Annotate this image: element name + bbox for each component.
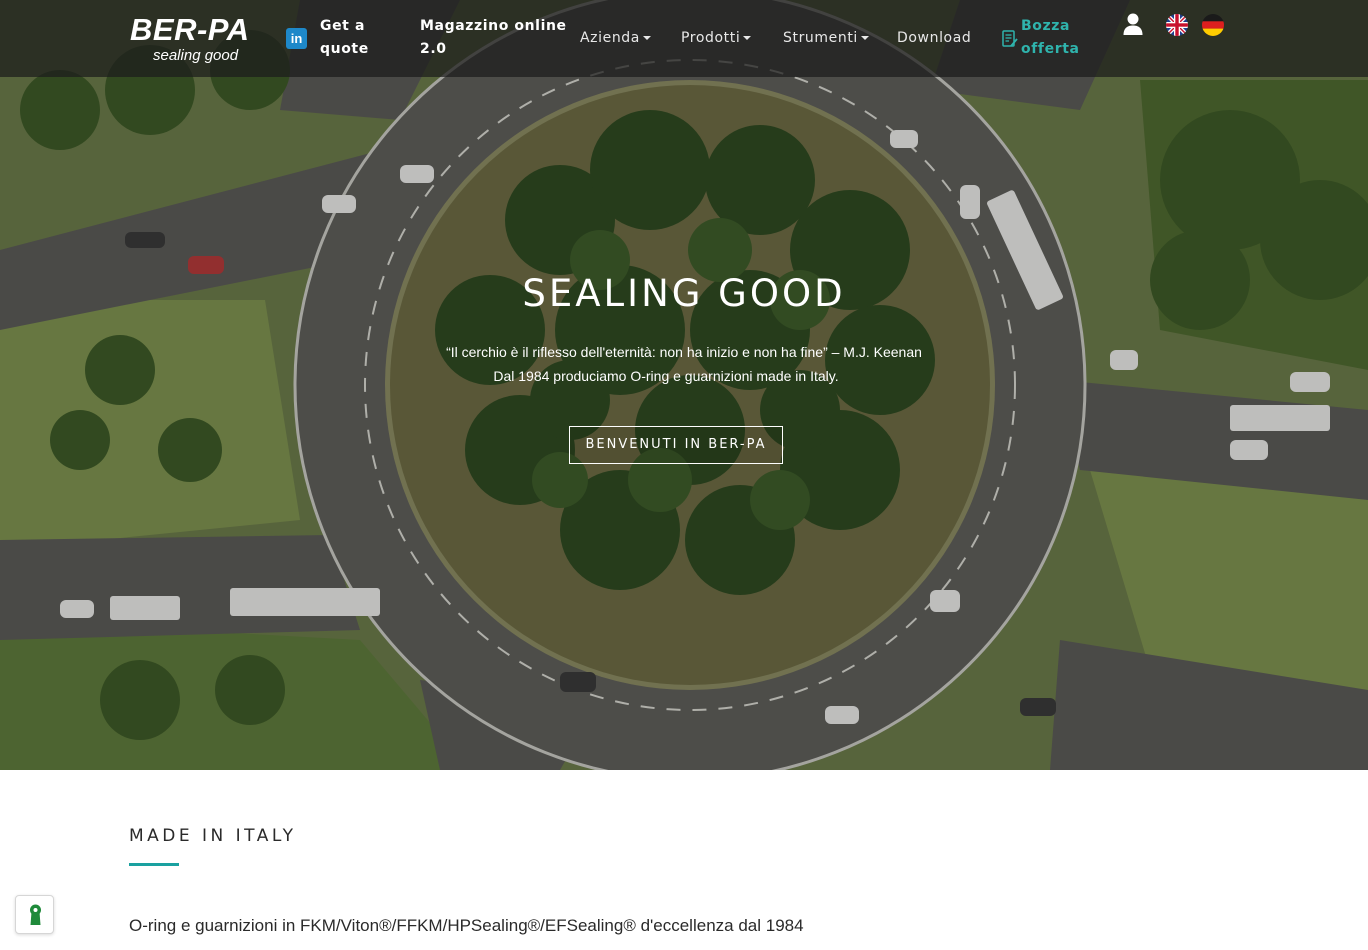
brand-tagline: sealing good	[153, 47, 239, 64]
nav-strumenti-label: Strumenti	[783, 30, 858, 46]
draft-offer-line2: offerta	[1021, 41, 1080, 57]
privacy-keyhole-icon	[30, 904, 41, 925]
hero-title: SEALING GOOD	[522, 272, 846, 315]
document-edit-icon[interactable]	[1002, 30, 1018, 48]
brand-name: BER-PA	[130, 12, 250, 47]
chevron-down-icon	[860, 36, 869, 40]
english-flag-icon[interactable]	[1166, 14, 1188, 36]
brand-logo[interactable]: BER-PA sealing good	[130, 14, 270, 66]
linkedin-icon[interactable]: in	[286, 28, 307, 49]
section-divider	[129, 863, 179, 866]
welcome-button[interactable]: BENVENUTI IN BER-PA	[569, 426, 783, 464]
chevron-down-icon	[642, 36, 651, 40]
hero-banner: SEALING GOOD “Il cerchio è il riflesso d…	[0, 0, 1368, 770]
nav-azienda[interactable]: Azienda	[580, 28, 651, 48]
hero-overlay	[0, 0, 1368, 770]
get-a-quote-line2: quote	[320, 41, 369, 57]
top-navbar: BER-PA sealing good in Get a quote Magaz…	[0, 0, 1368, 77]
online-store-line1: Magazzino online	[420, 18, 567, 34]
nav-download[interactable]: Download	[897, 28, 971, 48]
hero-quote: “Il cerchio è il riflesso dell'eternità:…	[446, 344, 922, 360]
get-a-quote-link[interactable]: Get a quote	[320, 15, 369, 61]
nav-prodotti[interactable]: Prodotti	[681, 28, 752, 48]
cookie-settings-button[interactable]	[15, 895, 54, 934]
nav-azienda-label: Azienda	[580, 30, 640, 46]
section-text: O-ring e guarnizioni in FKM/Viton®/FFKM/…	[129, 916, 804, 935]
nav-strumenti[interactable]: Strumenti	[783, 28, 869, 48]
section-title: MADE IN ITALY	[129, 826, 297, 846]
hero-subtitle: Dal 1984 produciamo O-ring e guarnizioni…	[493, 368, 839, 384]
nav-download-label: Download	[897, 30, 972, 46]
nav-prodotti-label: Prodotti	[681, 30, 741, 46]
draft-offer-link[interactable]: Bozza offerta	[1021, 15, 1080, 61]
chevron-down-icon	[743, 36, 752, 40]
user-account-icon[interactable]	[1122, 12, 1144, 36]
draft-offer-line1: Bozza	[1021, 18, 1071, 34]
get-a-quote-line1: Get a	[320, 18, 365, 34]
online-store-link[interactable]: Magazzino online 2.0	[420, 15, 567, 61]
german-flag-icon[interactable]	[1202, 14, 1224, 36]
online-store-line2: 2.0	[420, 41, 447, 57]
